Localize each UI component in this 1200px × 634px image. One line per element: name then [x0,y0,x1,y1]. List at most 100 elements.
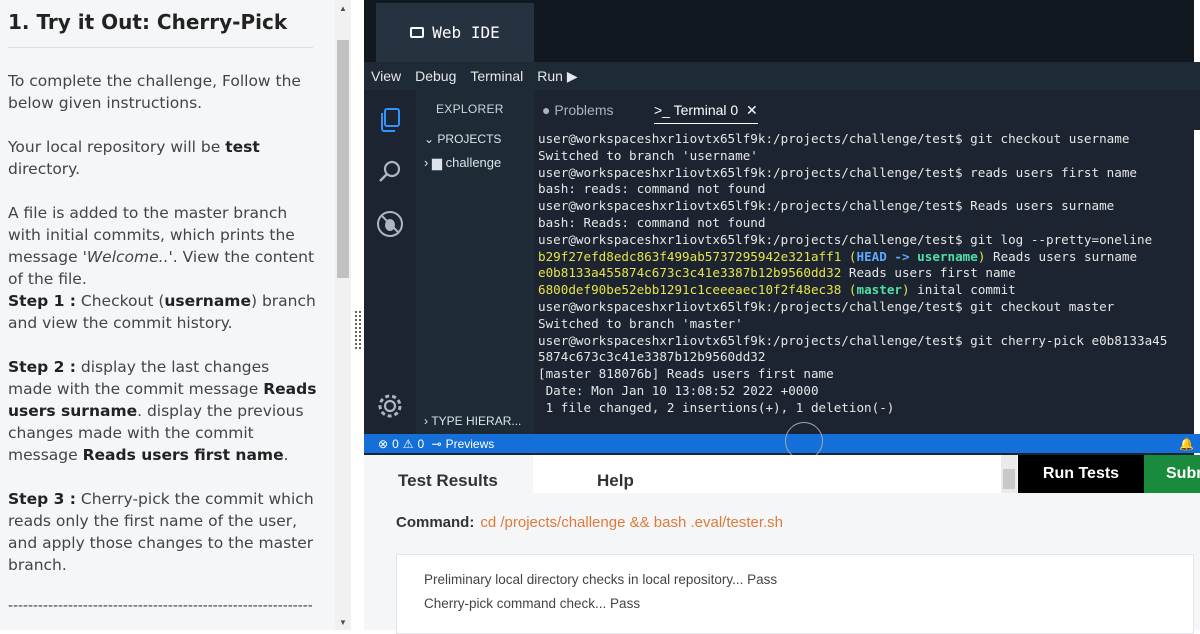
commit-hash: e0b8133a455874c673c3c41e3387b12b9560dd32 [538,265,842,281]
tab-test-results[interactable]: Test Results [398,471,498,491]
tab-terminal[interactable]: >_ Terminal 0 ✕ [654,102,758,124]
file-paragraph: A file is added to the master branch wit… [8,204,315,288]
terminal-line: Switched to branch 'master' [538,315,743,331]
folder-label: challenge [445,155,502,170]
terminal-line: user@workspaceshxr1iovtx65lf9k:/projects… [538,332,1168,348]
terminal-line: user@workspaceshxr1iovtx65lf9k:/projects… [538,231,1153,247]
step-2: Step 2 : display the last changes made w… [8,358,317,464]
branch-ref: master [856,282,902,298]
instructions-panel: 1. Try it Out: Cherry-Pick To complete t… [0,0,335,630]
debug-icon[interactable] [372,206,408,242]
type-hierarchy-label: TYPE HIERAR... [431,414,522,428]
tab-help[interactable]: Help [533,455,1001,493]
step-3: Step 3 : Cherry-pick the commit which re… [8,490,314,574]
menu-terminal[interactable]: Terminal [463,68,530,84]
command-value: cd /projects/challenge && bash .eval/tes… [480,514,784,531]
instructions-scrollbar[interactable]: ▲ ▼ [335,0,351,630]
warning-count[interactable]: 0 [418,437,425,451]
panel-splitter[interactable] [351,0,364,630]
terminal-line: user@workspaceshxr1iovtx65lf9k:/projects… [538,198,1115,214]
explorer-header: EXPLORER [436,102,504,116]
files-icon[interactable] [372,102,408,138]
error-icon[interactable]: ⊗ [378,437,388,451]
projects-section[interactable]: ⌄ PROJECTS [424,132,501,146]
terminal-output[interactable]: user@workspaceshxr1iovtx65lf9k:/projects… [538,131,1194,431]
commit-hash: b29f27efd8edc863f499ab5737295942e321aff1 [538,248,842,264]
log-line: e0b8133a455874c673c3c41e3387b12b9560dd32… [538,265,1194,282]
result-line: Preliminary local directory checks in lo… [424,572,778,587]
terminal-line: Switched to branch 'username' [538,147,758,163]
log-line: 6800def90be52ebb1291c1ceeeaec10f2f48ec38… [538,282,1016,298]
folder-challenge[interactable]: › ▆ challenge [424,155,501,171]
terminal-line: user@workspaceshxr1iovtx65lf9k:/projects… [538,131,1130,146]
folder-icon: ▆ [431,155,442,170]
log-line: b29f27efd8edc863f499ab5737295942e321aff1… [538,248,1138,264]
chevron-right-icon: › [424,155,429,170]
submit-button[interactable]: Submit [1144,455,1200,493]
terminal-line: bash: Reads: command not found [538,214,766,230]
commit-message: Reads users first name [841,265,1016,281]
info-icon: ● [542,102,551,118]
panel-tabs: ● Problems >_ Terminal 0 ✕ [534,90,1200,130]
projects-label: PROJECTS [437,132,502,146]
intro-paragraph: To complete the challenge, Follow the be… [8,72,301,112]
search-icon[interactable] [372,154,408,190]
terminal-line: user@workspaceshxr1iovtx65lf9k:/projects… [538,164,1137,180]
drag-handle-icon[interactable] [354,310,361,350]
step-1: Step 1 : Checkout (username) branch and … [8,292,316,332]
repo-paragraph: Your local repository will be test direc… [8,138,260,178]
commit-message: inital commit [909,282,1016,298]
terminal-line: Date: Mon Jan 10 13:08:52 2022 +0000 [538,382,819,398]
terminal-line: 1 file changed, 2 insertions(+), 1 delet… [538,399,895,415]
tab-problems-label: Problems [554,102,614,118]
command-label: Command: [396,514,475,531]
web-ide: Web IDE View Debug Terminal Run ▶ EXPLOR… [364,0,1200,460]
tab-problems[interactable]: ● Problems [542,102,614,118]
terminal-line: user@workspaceshxr1iovtx65lf9k:/projects… [538,298,1115,314]
results-box: Preliminary local directory checks in lo… [396,554,1194,634]
scrollbar-thumb[interactable] [337,40,349,278]
ide-brand-tab[interactable]: Web IDE [376,3,534,62]
explorer-panel: EXPLORER ⌄ PROJECTS › ▆ challenge › TYPE… [416,90,534,434]
error-count[interactable]: 0 [392,437,399,451]
previews-label[interactable]: Previews [446,437,495,451]
result-line: Cherry-pick command check... Pass [424,596,641,611]
menu-debug[interactable]: Debug [408,68,463,84]
terminal-line: 5874c673c3c41e3387b12b9560dd32 [538,349,766,365]
head-ref: HEAD -> [856,248,910,264]
tab-help-label: Help [597,471,634,490]
branch-ref: username [917,248,978,264]
close-icon[interactable]: ✕ [746,102,758,118]
scrollbar-thumb[interactable] [1003,469,1015,489]
warning-icon[interactable]: ⚠ [403,437,414,451]
bell-icon[interactable]: 🔔 [1179,437,1194,451]
scroll-up-arrow-icon[interactable]: ▲ [339,4,347,13]
activity-bar [364,90,416,434]
title-divider [8,47,313,48]
section-divider: ----------------------------------------… [8,597,313,614]
type-hierarchy-section[interactable]: › TYPE HIERAR... [424,414,521,428]
terminal-line: bash: reads: command not found [538,181,766,197]
command-line: Command: cd /projects/challenge && bash .… [396,514,783,531]
scroll-down-arrow-icon[interactable]: ▼ [339,618,347,627]
help-scrollbar[interactable] [1001,455,1017,493]
gear-icon[interactable] [372,388,408,424]
tab-terminal-label: Terminal 0 [673,102,739,118]
ide-topbar: Web IDE [364,0,1200,62]
monitor-icon [410,27,425,38]
commit-message: Reads users surname [985,248,1138,264]
commit-hash: 6800def90be52ebb1291c1ceeeaec10f2f48ec38 [538,282,842,298]
chevron-down-icon: ⌄ [424,132,435,146]
menu-run[interactable]: Run ▶ [530,68,584,85]
terminal-icon: >_ [654,102,670,118]
ide-brand-label: Web IDE [432,23,500,42]
chevron-right-icon: › [424,414,428,428]
menu-view[interactable]: View [364,68,408,84]
previews-icon[interactable]: ⊸ [428,437,442,451]
page-title: 1. Try it Out: Cherry-Pick [8,10,288,34]
run-tests-button[interactable]: Run Tests [1018,455,1144,493]
terminal-line: [master 818076b] Reads users first name [538,366,834,382]
ide-menubar: View Debug Terminal Run ▶ [364,62,1200,90]
test-panel: Test Results Help Run Tests Submit Comma… [364,455,1200,634]
status-bar: ⊗ 0 ⚠ 0 ⊸ Previews 🔔 [364,434,1200,453]
